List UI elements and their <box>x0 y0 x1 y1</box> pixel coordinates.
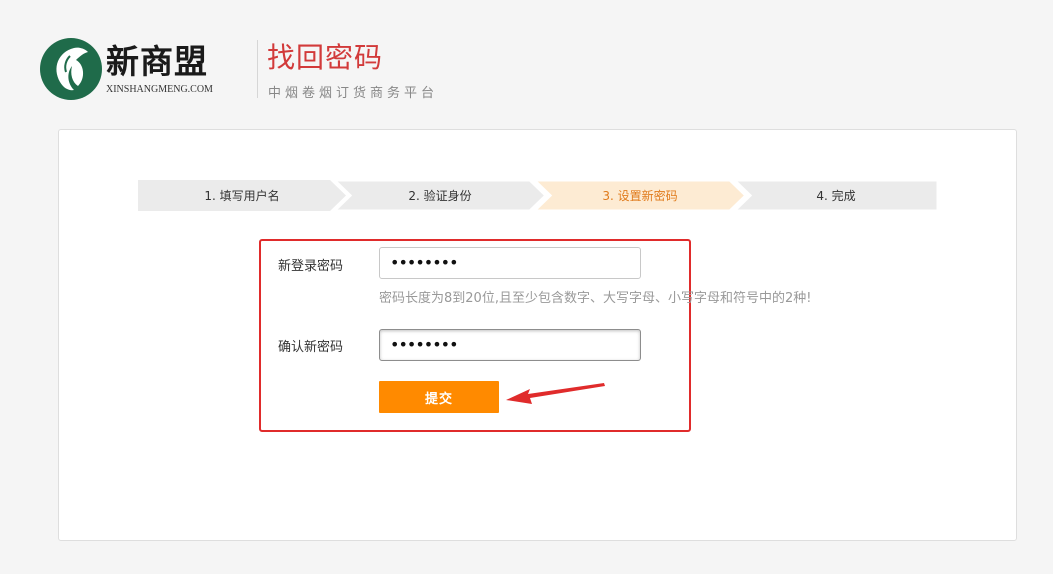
confirm-password-label: 确认新密码 <box>278 340 344 355</box>
step-complete: 4. 完成 <box>734 180 938 211</box>
leaf-logo-icon <box>40 38 102 100</box>
logo-domain: XINSHANGMENG.COM <box>106 84 213 95</box>
step-verify-identity: 2. 验证身份 <box>334 180 546 211</box>
logo-name: 新商盟 <box>106 42 208 81</box>
step-label: 3. 设置新密码 <box>602 189 678 203</box>
new-password-label: 新登录密码 <box>278 259 344 274</box>
step-label: 2. 验证身份 <box>408 189 472 203</box>
new-password-input[interactable]: •••••••• <box>379 247 641 279</box>
content-card: 1. 填写用户名 2. 验证身份 3. 设置新密码 4. 完成 新登录密码 ••… <box>58 129 1017 541</box>
page-subtitle: 中烟卷烟订货商务平台 <box>268 86 439 101</box>
step-label: 4. 完成 <box>816 189 856 203</box>
step-fill-username: 1. 填写用户名 <box>138 180 346 211</box>
step-label: 1. 填写用户名 <box>204 189 280 203</box>
page-header: 新商盟 XINSHANGMENG.COM 找回密码 中烟卷烟订货商务平台 <box>0 0 1053 120</box>
password-hint: 密码长度为8到20位,且至少包含数字、大写字母、小写字母和符号中的2种! <box>379 291 812 306</box>
header-divider <box>257 40 258 98</box>
red-arrow-icon <box>506 383 605 404</box>
step-set-new-password: 3. 设置新密码 <box>534 180 746 211</box>
submit-button[interactable]: 提交 <box>379 381 499 413</box>
confirm-password-input[interactable]: •••••••• <box>379 329 641 361</box>
page-title: 找回密码 <box>267 41 384 74</box>
progress-steps: 1. 填写用户名 2. 验证身份 3. 设置新密码 4. 完成 <box>138 180 938 211</box>
